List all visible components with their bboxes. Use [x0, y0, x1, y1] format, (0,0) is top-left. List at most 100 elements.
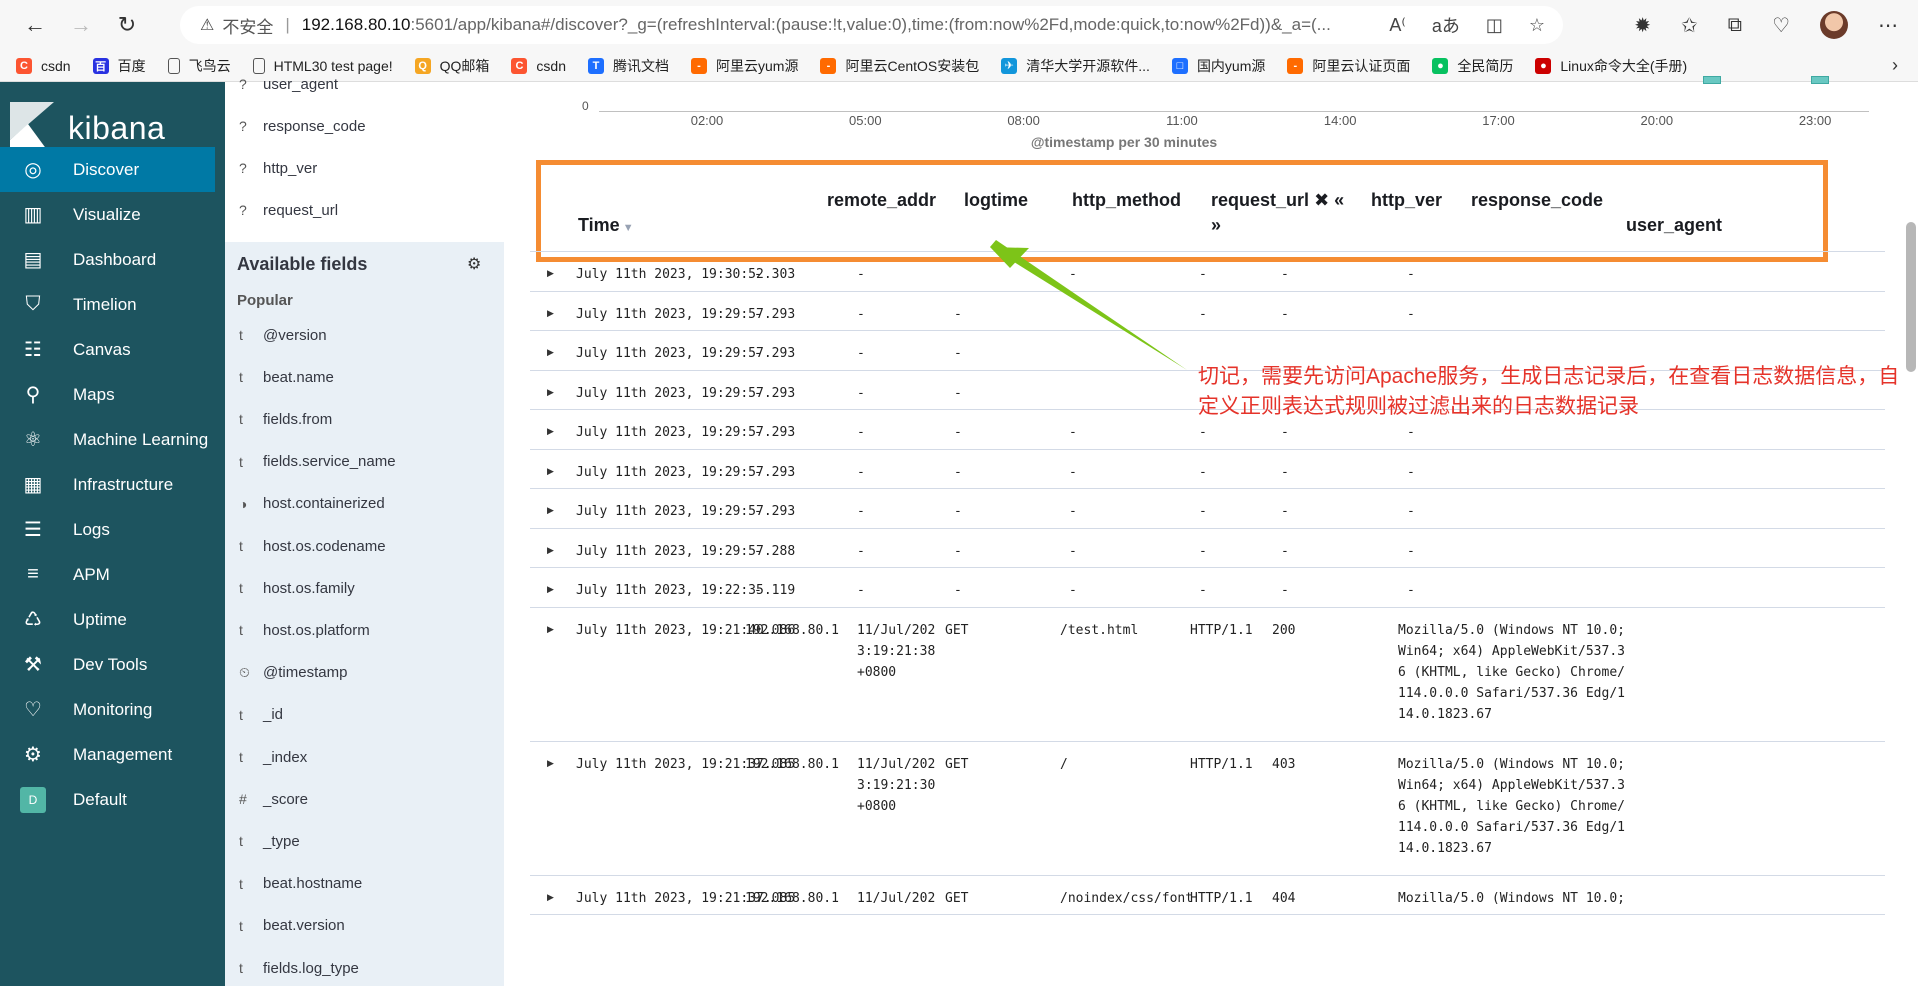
field-item[interactable]: ? http_ver — [239, 157, 317, 179]
field-item[interactable]: ? user_agent — [239, 73, 338, 95]
field-item[interactable]: t @version — [239, 324, 327, 346]
nav-item-apm[interactable]: ≡ APM — [0, 552, 225, 597]
expand-row-icon[interactable]: ▶ — [547, 466, 554, 477]
nav-item-dev-tools[interactable]: ⚒ Dev Tools — [0, 642, 225, 687]
expand-row-icon[interactable]: ▶ — [547, 584, 554, 595]
field-item[interactable]: t fields.service_name — [239, 451, 396, 473]
favorite-star-icon[interactable]: ☆ — [1529, 15, 1545, 36]
table-row[interactable]: ▶ July 11th 2023, 19:21:37.085 192.168.80.… — [530, 742, 1885, 876]
bookmark-item[interactable]: ✈ 清华大学开源软件... — [1001, 56, 1150, 76]
extensions-icon[interactable]: ✹ — [1634, 13, 1651, 38]
favorites-icon[interactable]: ✩ — [1681, 13, 1698, 38]
table-row[interactable]: ▶ July 11th 2023, 19:21:40.086 192.168.80.… — [530, 608, 1885, 742]
nav-item-canvas[interactable]: ☷ Canvas — [0, 327, 225, 372]
sort-icon[interactable]: ▼ — [623, 222, 634, 234]
nav-item-timelion[interactable]: ⛉ Timelion — [0, 282, 225, 327]
col-header-request-url[interactable]: request_url ✖ « — [1211, 190, 1344, 211]
nav-item-maps[interactable]: ⚲ Maps — [0, 372, 225, 417]
profile-avatar[interactable] — [1820, 11, 1848, 39]
bookmark-item[interactable]: 飞鸟云 — [167, 56, 231, 76]
nav-item-default[interactable]: D Default — [0, 777, 225, 822]
field-item[interactable]: t beat.hostname — [239, 873, 362, 895]
remove-column-icon[interactable]: ✖ « — [1314, 190, 1344, 210]
col-header-http-method[interactable]: http_method — [1072, 190, 1181, 211]
nav-item-visualize[interactable]: ▥ Visualize — [0, 192, 225, 237]
forward-icon[interactable]: → — [58, 5, 104, 45]
translate-icon[interactable]: aあ — [1432, 12, 1460, 38]
field-item[interactable]: ◑ host.containerized — [239, 493, 385, 515]
table-row[interactable]: ▶ July 11th 2023, 19:29:57.293- - - - - - - — [530, 489, 1885, 529]
col-header-http-ver[interactable]: http_ver — [1371, 190, 1442, 211]
field-item[interactable]: t beat.version — [239, 915, 345, 937]
bookmarks-more-icon[interactable]: › — [1892, 55, 1898, 76]
nav-item-uptime[interactable]: ♺ Uptime — [0, 597, 225, 642]
back-icon[interactable]: ← — [12, 5, 58, 45]
expand-row-icon[interactable]: ▶ — [547, 387, 554, 398]
bookmark-item[interactable]: T 腾讯文档 — [588, 56, 669, 76]
health-icon[interactable]: ♡ — [1772, 13, 1790, 38]
table-row[interactable]: ▶ July 11th 2023, 19:30:52.303- - - - - - — [530, 252, 1885, 292]
field-item[interactable]: t host.os.platform — [239, 619, 370, 641]
table-row[interactable]: ▶ July 11th 2023, 19:22:35.119- - - - - - - — [530, 568, 1885, 608]
field-item[interactable]: t host.os.family — [239, 577, 355, 599]
field-item[interactable]: t _id — [239, 704, 283, 726]
expand-row-icon[interactable]: ▶ — [547, 758, 554, 769]
move-column-right-icon[interactable]: » — [1211, 215, 1221, 236]
collections-icon[interactable]: ⧉ — [1728, 14, 1742, 37]
expand-row-icon[interactable]: ▶ — [547, 545, 554, 556]
reader-view-icon[interactable]: ◫ — [1486, 15, 1503, 36]
scrollbar[interactable] — [1906, 222, 1916, 372]
field-item[interactable]: t fields.from — [239, 408, 332, 430]
expand-row-icon[interactable]: ▶ — [547, 426, 554, 437]
expand-row-icon[interactable]: ▶ — [547, 892, 554, 903]
nav-item-monitoring[interactable]: ♡ Monitoring — [0, 687, 225, 732]
col-header-time[interactable]: Time ▼ — [578, 215, 634, 236]
histogram[interactable] — [599, 76, 1869, 112]
bookmark-item[interactable]: ● Linux命令大全(手册) — [1535, 56, 1687, 76]
field-item[interactable]: # _score — [239, 788, 308, 810]
bookmark-item[interactable]: 百百度 — [92, 56, 146, 76]
bookmark-item[interactable]: - 阿里云yum源 — [691, 56, 798, 76]
field-item[interactable]: t host.os.codename — [239, 535, 386, 557]
bookmark-item[interactable]: HTML30 test page! — [252, 57, 393, 74]
field-item[interactable]: t _index — [239, 746, 307, 768]
bookmark-item[interactable]: - 阿里云CentOS安装包 — [820, 56, 979, 76]
bookmark-item[interactable]: Ccsdn — [511, 57, 566, 74]
field-item[interactable]: ? response_code — [239, 115, 366, 137]
table-row[interactable]: ▶ July 11th 2023, 19:21:37.085 192.168.80.… — [530, 876, 1885, 915]
col-header-logtime[interactable]: logtime — [964, 190, 1028, 211]
bookmark-item[interactable]: Q QQ邮箱 — [414, 56, 489, 76]
nav-item-management[interactable]: ⚙ Management — [0, 732, 225, 777]
read-aloud-icon[interactable]: A⁽ — [1389, 15, 1405, 36]
gear-icon[interactable]: ⚙ — [467, 254, 481, 274]
table-row[interactable]: ▶ July 11th 2023, 19:29:57.293- - - - - - - — [530, 450, 1885, 489]
field-item[interactable]: ? request_url — [239, 199, 338, 221]
expand-row-icon[interactable]: ▶ — [547, 505, 554, 516]
nav-item-logs[interactable]: ☰ Logs — [0, 507, 225, 552]
nav-item-machine-learning[interactable]: ⚛ Machine Learning — [0, 417, 225, 462]
nav-item-dashboard[interactable]: ▤ Dashboard — [0, 237, 225, 282]
field-item[interactable]: t beat.name — [239, 366, 334, 388]
histogram-bar[interactable] — [1811, 76, 1829, 84]
expand-row-icon[interactable]: ▶ — [547, 347, 554, 358]
address-bar[interactable]: ⚠ 不安全 | 192.168.80.10:5601/app/kibana#/d… — [180, 6, 1563, 44]
bookmark-item[interactable]: □ 国内yum源 — [1171, 56, 1265, 76]
table-row[interactable]: ▶ July 11th 2023, 19:29:57.288- - - - - - - — [530, 529, 1885, 568]
table-row[interactable]: ▶ July 11th 2023, 19:29:57.293- - - - - - — [530, 292, 1885, 331]
reload-icon[interactable]: ↻ — [104, 5, 150, 45]
col-header-user-agent[interactable]: user_agent — [1626, 215, 1722, 236]
expand-row-icon[interactable]: ▶ — [547, 308, 554, 319]
nav-item-discover[interactable]: ◎ Discover — [0, 147, 215, 192]
field-item[interactable]: ⏲ @timestamp — [239, 662, 347, 684]
bookmark-item[interactable]: ● 全民简历 — [1432, 56, 1513, 76]
col-header-remote-addr[interactable]: remote_addr — [827, 190, 936, 211]
bookmark-item[interactable]: - 阿里云认证页面 — [1287, 56, 1410, 76]
expand-row-icon[interactable]: ▶ — [547, 624, 554, 635]
col-header-response-code[interactable]: response_code — [1471, 190, 1603, 211]
nav-item-infrastructure[interactable]: ▦ Infrastructure — [0, 462, 225, 507]
expand-row-icon[interactable]: ▶ — [547, 268, 554, 279]
field-item[interactable]: t _type — [239, 830, 300, 852]
histogram-bar[interactable] — [1703, 76, 1721, 84]
bookmark-item[interactable]: Ccsdn — [16, 57, 71, 74]
more-menu-icon[interactable]: ⋯ — [1878, 13, 1898, 38]
